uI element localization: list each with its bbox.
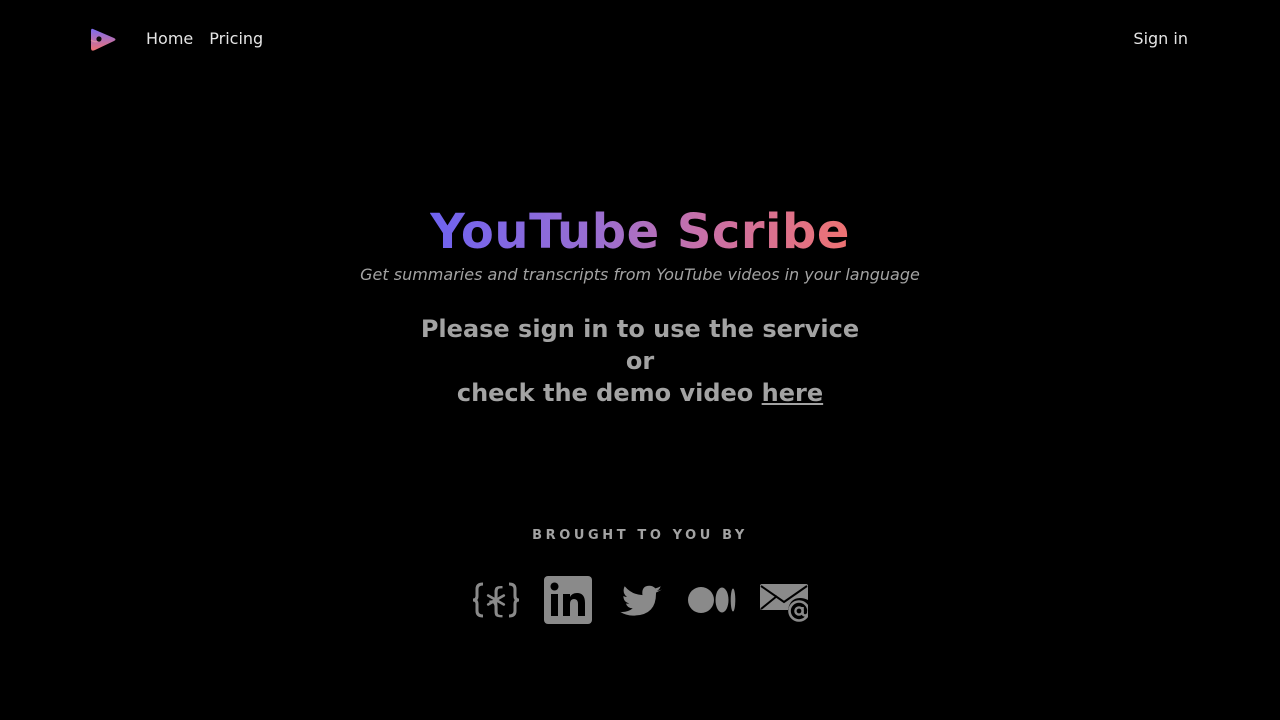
nav-home-link[interactable]: Home: [146, 29, 193, 49]
twitter-icon[interactable]: [616, 576, 664, 624]
social-links: {: [472, 576, 808, 624]
demo-message-line: check the demo video here: [0, 377, 1280, 409]
sign-in-link[interactable]: Sign in: [1133, 29, 1188, 49]
sign-in-message-or: or: [625, 347, 655, 375]
page-subtitle: Get summaries and transcripts from YouTu…: [360, 265, 920, 284]
demo-message-prefix: check the demo video: [456, 379, 762, 407]
sign-in-message-line: Please sign in to use the service: [420, 315, 860, 343]
code-braces-icon[interactable]: {: [472, 576, 520, 624]
play-logo-icon[interactable]: [88, 26, 118, 54]
brought-to-you-by-label: BROUGHT TO YOU BY: [532, 528, 748, 543]
hero: YouTube Scribe Get summaries and transcr…: [0, 200, 1280, 409]
header: Home Pricing Sign in: [0, 0, 1280, 80]
main-nav: Home Pricing: [146, 29, 263, 49]
page-title: YouTube Scribe: [430, 200, 850, 264]
page: Home Pricing Sign in YouTube Scribe Get …: [0, 0, 1280, 720]
linkedin-icon[interactable]: [544, 576, 592, 624]
demo-video-link[interactable]: here: [762, 379, 823, 407]
medium-icon[interactable]: [688, 576, 736, 624]
nav-pricing-link[interactable]: Pricing: [209, 29, 263, 49]
email-icon[interactable]: [760, 576, 808, 624]
sign-in-message: Please sign in to use the service or che…: [0, 313, 1280, 409]
